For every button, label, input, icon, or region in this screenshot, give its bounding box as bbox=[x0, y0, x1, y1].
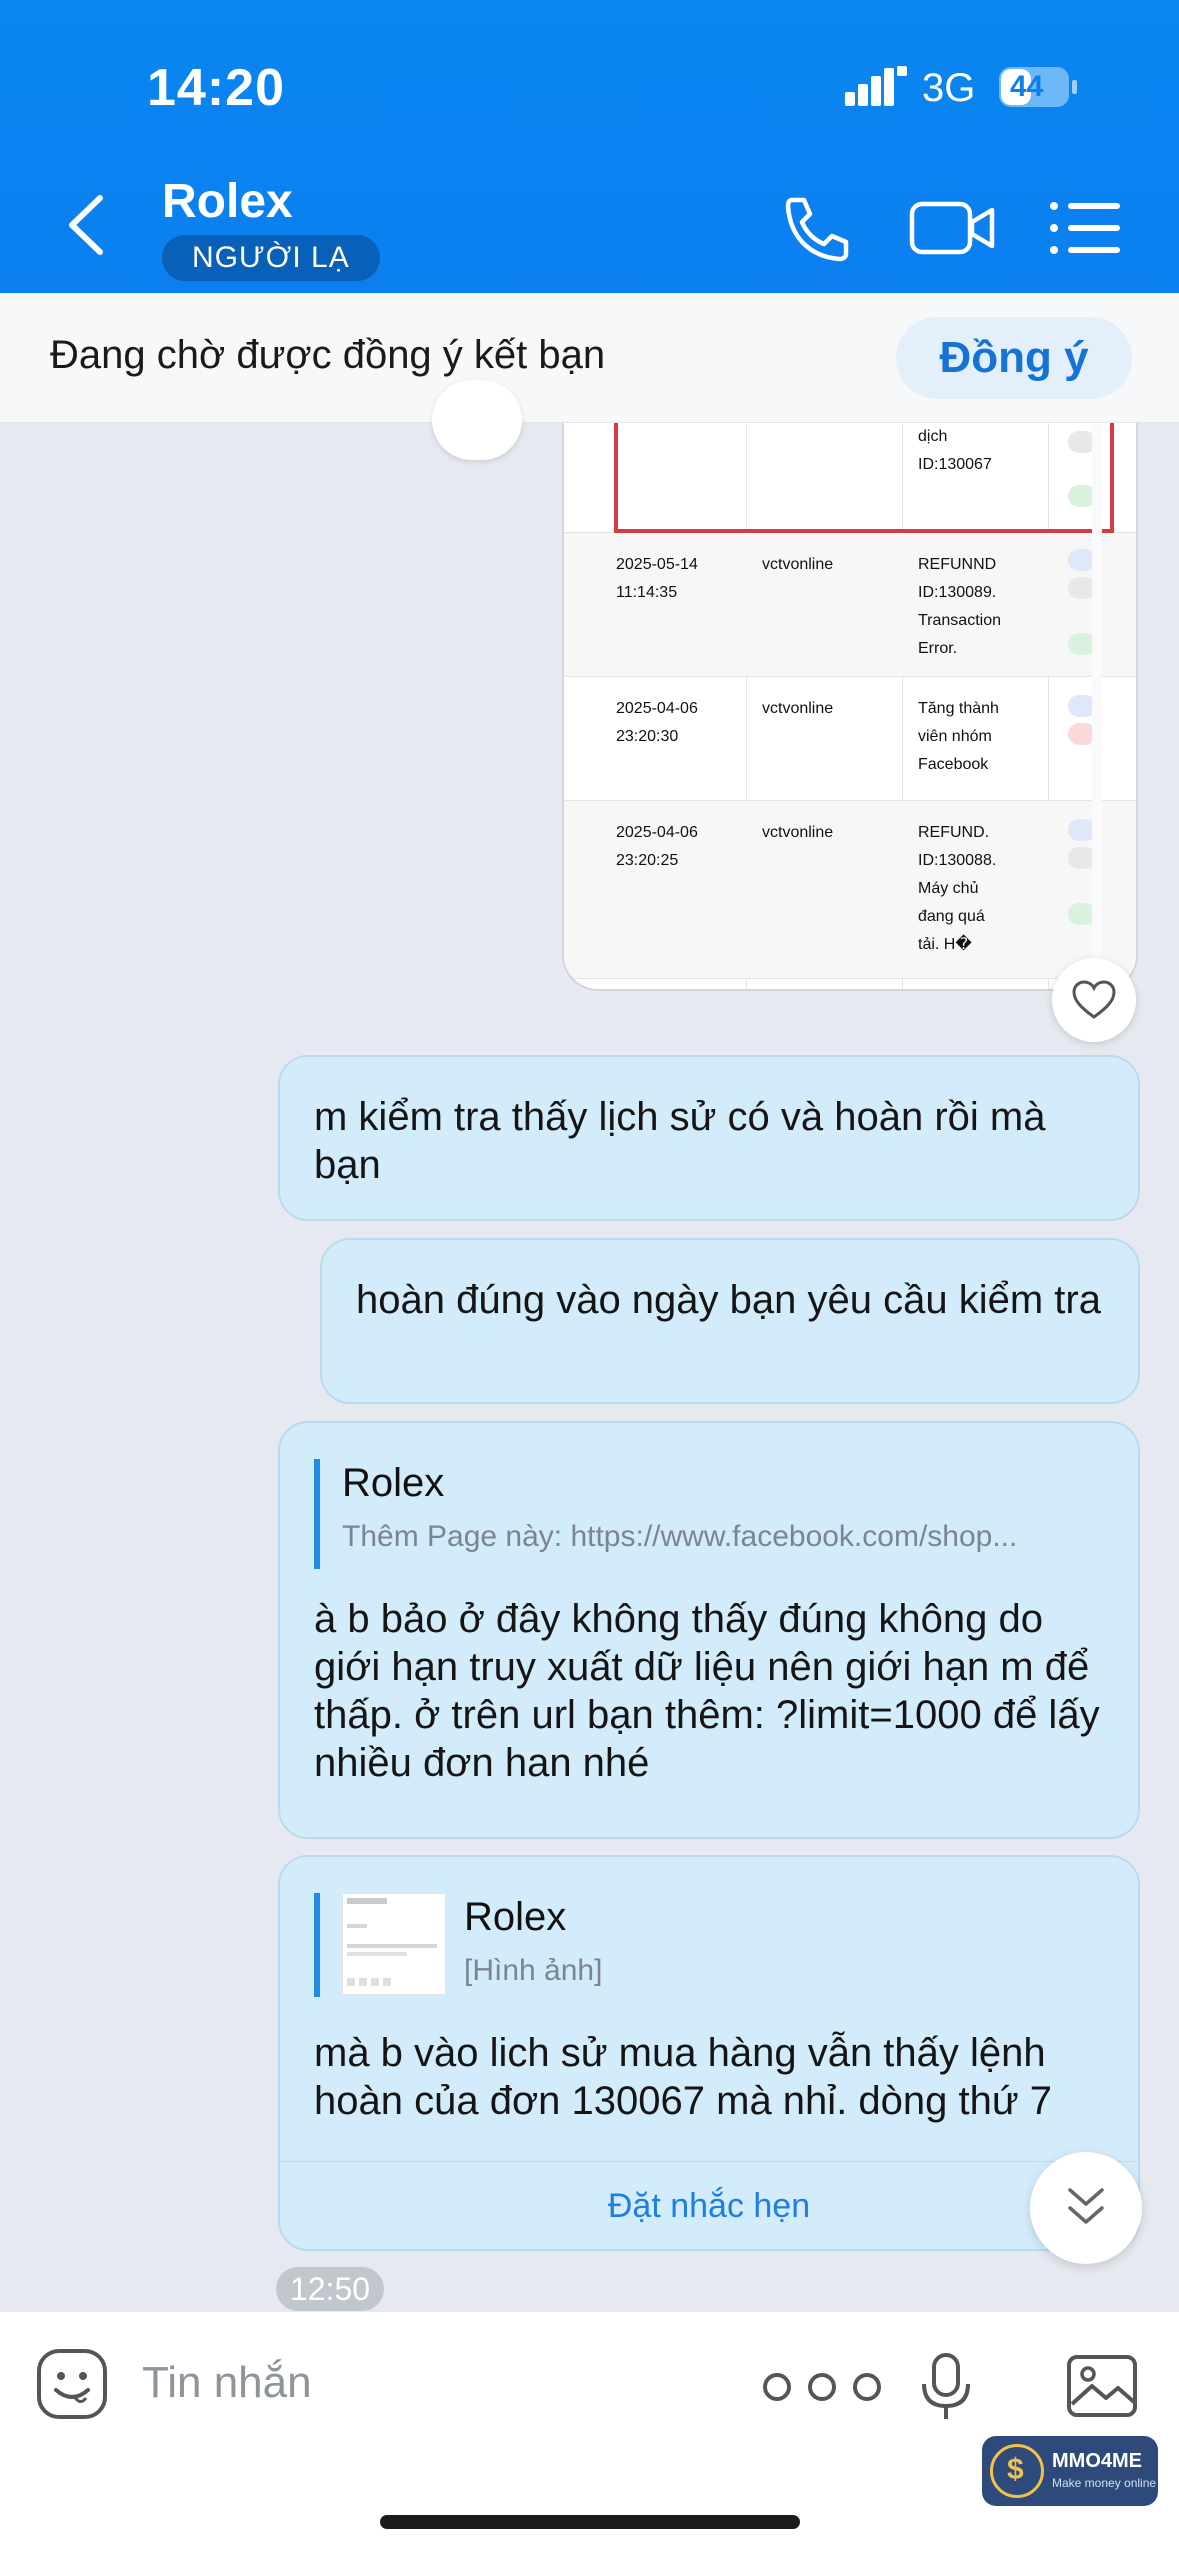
reaction-button[interactable] bbox=[432, 380, 522, 460]
quoted-message[interactable]: Rolex Thêm Page này: https://www.faceboo… bbox=[314, 1459, 1108, 1569]
network-type: 3G bbox=[922, 66, 976, 110]
signal-icon bbox=[845, 66, 907, 106]
battery-level: 44 bbox=[1010, 70, 1044, 103]
microphone-icon[interactable] bbox=[918, 2352, 974, 2422]
quote-image-thumbnail bbox=[342, 1893, 446, 1995]
table-cell: REFUNND ID:130089. Transaction Error. bbox=[918, 556, 1001, 657]
double-chevron-down-icon bbox=[1068, 2188, 1104, 2224]
reply-message-bubble[interactable]: Rolex Thêm Page này: https://www.faceboo… bbox=[278, 1421, 1140, 1839]
message-text: à b bảo ở đây không thấy đúng không do g… bbox=[314, 1597, 1100, 1785]
quote-text: [Hình ảnh] bbox=[464, 1954, 603, 1987]
set-reminder-button[interactable]: Đặt nhắc hẹn bbox=[280, 2161, 1138, 2249]
home-indicator[interactable] bbox=[380, 2515, 800, 2529]
image-picker-icon[interactable] bbox=[1066, 2354, 1138, 2418]
table-row: 2025-04-06 23:20:30 vctvonline Tăng thàn… bbox=[564, 677, 1136, 801]
highlight-box bbox=[614, 423, 1114, 533]
emoji-icon[interactable] bbox=[36, 2348, 108, 2420]
chat-header: 14:20 3G 44 Rolex NGƯỜI LẠ bbox=[0, 0, 1179, 293]
message-text: m kiểm tra thấy lịch sử có và hoàn rồi m… bbox=[314, 1095, 1046, 1187]
message-bubble[interactable]: hoàn đúng vào ngày bạn yêu cầu kiểm tra bbox=[320, 1238, 1140, 1404]
image-scrollbar bbox=[1092, 423, 1102, 989]
status-time: 14:20 bbox=[147, 59, 285, 117]
accept-button[interactable]: Đồng ý bbox=[896, 317, 1132, 399]
table-cell: REFUND. ID:130088. Máy chủ đang quá tải.… bbox=[918, 824, 997, 953]
battery-icon: 44 bbox=[998, 66, 1078, 108]
message-input[interactable]: Tin nhắn bbox=[142, 2358, 312, 2408]
image-message[interactable]: dịch ID:130067 2025-05-14 11:14:35 vctvo… bbox=[562, 423, 1138, 991]
dollar-icon: $ bbox=[990, 2444, 1044, 2498]
quote-author: Rolex bbox=[342, 1461, 445, 1505]
menu-icon[interactable] bbox=[1040, 192, 1130, 262]
table-cell: vctvonline bbox=[762, 824, 834, 841]
table-row: 2025-04-06 23:20:25 vctvonline REFUND. I… bbox=[564, 801, 1136, 979]
table-cell: 2025-04-06 23:20:30 bbox=[616, 700, 698, 745]
watermark-logo: $ MMO4ME Make money online bbox=[982, 2436, 1158, 2506]
more-options-icon[interactable] bbox=[760, 2370, 884, 2404]
stranger-badge: NGƯỜI LẠ bbox=[162, 235, 380, 281]
table-cell: 2025-05-14 11:14:35 bbox=[616, 556, 698, 601]
table-cell: 2025-04-06 23:20:25 bbox=[616, 824, 698, 869]
quote-text: Thêm Page này: https://www.facebook.com/… bbox=[342, 1520, 1018, 1553]
reply-message-bubble[interactable]: Rolex [Hình ảnh] mà b vào lich sử mua hà… bbox=[278, 1855, 1140, 2251]
scroll-to-bottom-button[interactable] bbox=[1030, 2152, 1142, 2264]
video-call-icon[interactable] bbox=[908, 192, 998, 262]
message-bubble[interactable]: m kiểm tra thấy lịch sử có và hoàn rồi m… bbox=[278, 1055, 1140, 1221]
table-row: 2025-05-14 11:14:35 vctvonline REFUNND I… bbox=[564, 533, 1136, 677]
pending-friend-bar: Đang chờ được đồng ý kết bạn Đồng ý bbox=[0, 293, 1179, 423]
message-text: mà b vào lich sử mua hàng vẫn thấy lệnh … bbox=[314, 2031, 1053, 2123]
table-cell: vctvonline bbox=[762, 556, 834, 573]
message-time: 12:50 bbox=[276, 2267, 384, 2311]
heart-icon bbox=[1072, 980, 1116, 1019]
pending-text: Đang chờ được đồng ý kết bạn bbox=[50, 333, 606, 377]
watermark-name: MMO4ME bbox=[1052, 2450, 1142, 2472]
quoted-message[interactable]: Rolex [Hình ảnh] bbox=[314, 1893, 1108, 1997]
table-cell: vctvonline bbox=[762, 700, 834, 717]
contact-name[interactable]: Rolex bbox=[162, 174, 293, 229]
table-cell: Tăng thành viên nhóm Facebook bbox=[918, 700, 999, 773]
phone-icon[interactable] bbox=[770, 192, 860, 262]
watermark-tagline: Make money online bbox=[1052, 2476, 1157, 2490]
back-arrow-icon[interactable] bbox=[62, 190, 112, 260]
like-button[interactable] bbox=[1052, 958, 1136, 1042]
message-text: hoàn đúng vào ngày bạn yêu cầu kiểm tra bbox=[356, 1278, 1101, 1322]
quote-author: Rolex bbox=[464, 1895, 567, 1939]
